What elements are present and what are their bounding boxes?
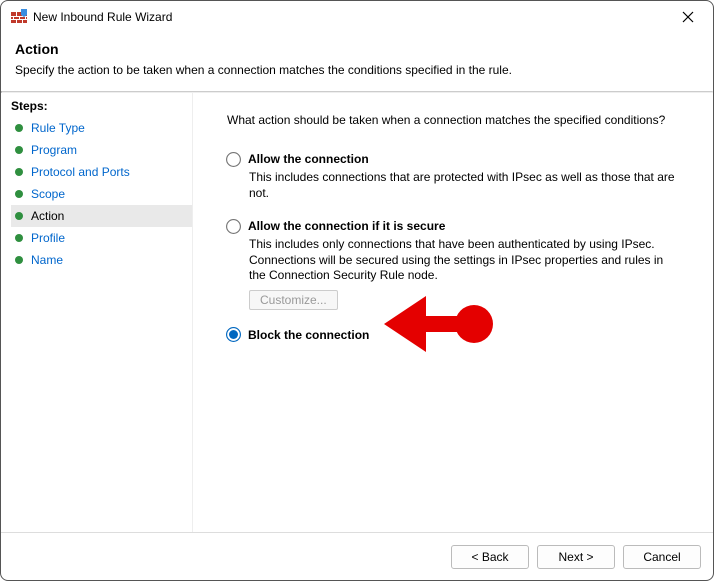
page-title: Action — [15, 41, 699, 57]
step-scope[interactable]: Scope — [11, 183, 192, 205]
option-allow-secure: Allow the connection if it is secure Thi… — [227, 219, 695, 310]
window-title: New Inbound Rule Wizard — [33, 10, 673, 24]
steps-heading: Steps: — [11, 99, 192, 113]
option-allow-secure-desc: This includes only connections that have… — [249, 237, 679, 284]
next-button[interactable]: Next > — [537, 545, 615, 569]
step-label: Scope — [31, 187, 65, 201]
step-label: Program — [31, 143, 77, 157]
step-bullet-icon — [15, 234, 23, 242]
page-header: Action Specify the action to be taken wh… — [1, 33, 713, 91]
step-bullet-icon — [15, 256, 23, 264]
wizard-footer: < Back Next > Cancel — [1, 532, 713, 580]
option-allow-secure-title: Allow the connection if it is secure — [248, 219, 445, 233]
step-bullet-icon — [15, 190, 23, 198]
action-prompt: What action should be taken when a conne… — [227, 113, 695, 127]
step-action[interactable]: Action — [11, 205, 192, 227]
radio-block[interactable] — [226, 327, 241, 342]
wizard-body: Steps: Rule Type Program Protocol and Po… — [1, 93, 713, 532]
step-bullet-icon — [15, 212, 23, 220]
radio-allow-secure[interactable] — [226, 219, 241, 234]
step-label: Protocol and Ports — [31, 165, 130, 179]
cancel-button[interactable]: Cancel — [623, 545, 701, 569]
page-subtitle: Specify the action to be taken when a co… — [15, 63, 699, 77]
option-allow-title: Allow the connection — [248, 152, 369, 166]
radio-allow[interactable] — [226, 152, 241, 167]
step-label: Profile — [31, 231, 65, 245]
content-panel: What action should be taken when a conne… — [193, 93, 713, 532]
option-allow-secure-row[interactable]: Allow the connection if it is secure — [227, 219, 695, 233]
back-button[interactable]: < Back — [451, 545, 529, 569]
step-profile[interactable]: Profile — [11, 227, 192, 249]
step-program[interactable]: Program — [11, 139, 192, 161]
step-label: Rule Type — [31, 121, 85, 135]
option-allow-row[interactable]: Allow the connection — [227, 152, 695, 166]
option-block-title: Block the connection — [248, 328, 369, 342]
step-label: Action — [31, 209, 64, 223]
step-protocol-ports[interactable]: Protocol and Ports — [11, 161, 192, 183]
option-block: Block the connection — [227, 328, 695, 342]
step-name[interactable]: Name — [11, 249, 192, 271]
titlebar: New Inbound Rule Wizard — [1, 1, 713, 33]
customize-button: Customize... — [249, 290, 338, 310]
step-bullet-icon — [15, 168, 23, 176]
step-bullet-icon — [15, 124, 23, 132]
option-allow-desc: This includes connections that are prote… — [249, 170, 679, 201]
option-block-row[interactable]: Block the connection — [227, 328, 695, 342]
close-icon — [682, 11, 694, 23]
option-allow: Allow the connection This includes conne… — [227, 152, 695, 201]
step-label: Name — [31, 253, 63, 267]
wizard-window: New Inbound Rule Wizard Action Specify t… — [0, 0, 714, 581]
step-rule-type[interactable]: Rule Type — [11, 117, 192, 139]
step-bullet-icon — [15, 146, 23, 154]
close-button[interactable] — [673, 5, 703, 29]
customize-container: Customize... — [249, 290, 695, 310]
firewall-icon — [11, 9, 27, 25]
steps-panel: Steps: Rule Type Program Protocol and Po… — [1, 93, 193, 532]
